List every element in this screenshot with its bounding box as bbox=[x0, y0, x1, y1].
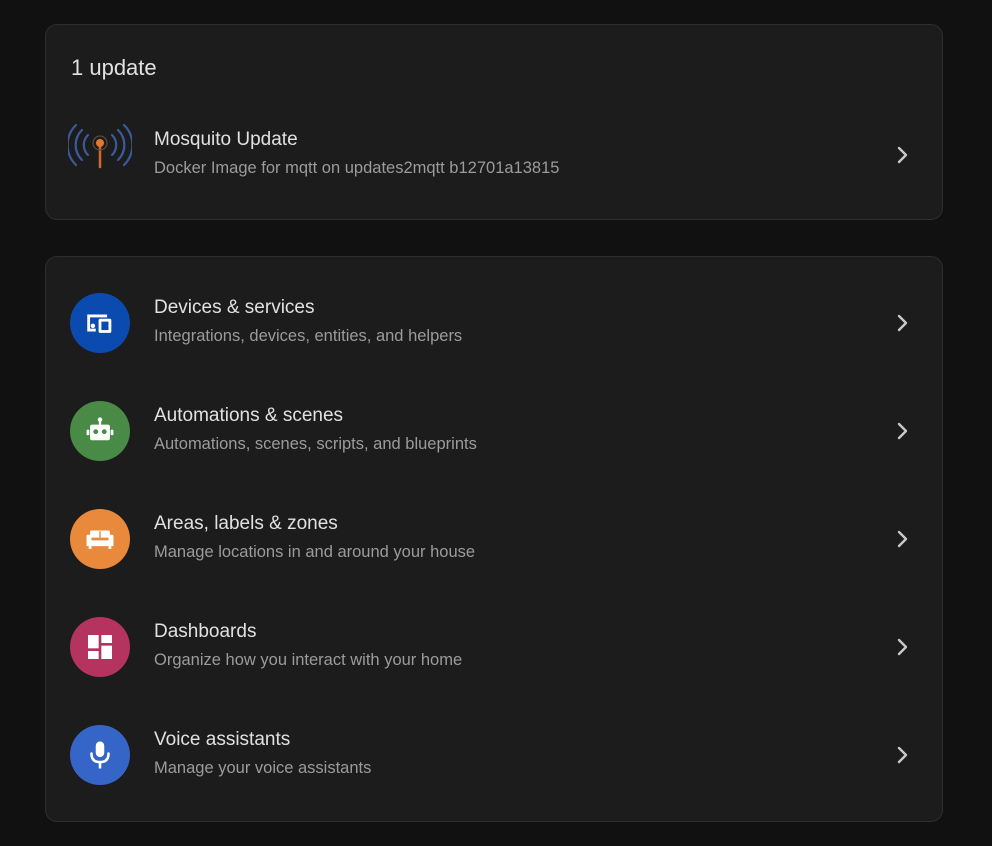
chevron-right-icon bbox=[897, 314, 908, 332]
menu-item-title: Dashboards bbox=[154, 621, 257, 642]
chevron-right-icon bbox=[897, 422, 908, 440]
updates-card: 1 update Mosquito Update Docker Image fo… bbox=[45, 24, 943, 220]
menu-item-title: Devices & services bbox=[154, 297, 315, 318]
menu-item-title: Automations & scenes bbox=[154, 405, 344, 426]
menu-item-title: Voice assistants bbox=[154, 729, 291, 750]
chevron-right-icon bbox=[897, 146, 908, 164]
menu-item-subtitle: Manage your voice assistants bbox=[154, 759, 372, 777]
devices-icon bbox=[70, 293, 130, 353]
microphone-icon bbox=[70, 725, 130, 785]
settings-menu-card: Devices & services Integrations, devices… bbox=[45, 256, 943, 822]
update-subtitle: Docker Image for mqtt on updates2mqtt b1… bbox=[154, 159, 560, 177]
updates-header: 1 update bbox=[71, 55, 157, 80]
chevron-right-icon bbox=[897, 638, 908, 656]
dashboard-icon bbox=[70, 617, 130, 677]
menu-item-devices-services[interactable]: Devices & services Integrations, devices… bbox=[46, 269, 942, 377]
chevron-right-icon bbox=[897, 530, 908, 548]
chevron-right-icon bbox=[897, 746, 908, 764]
menu-item-automations-scenes[interactable]: Automations & scenes Automations, scenes… bbox=[46, 377, 942, 485]
menu-item-dashboards[interactable]: Dashboards Organize how you interact wit… bbox=[46, 593, 942, 701]
update-item-mosquito[interactable]: Mosquito Update Docker Image for mqtt on… bbox=[46, 109, 942, 217]
update-title: Mosquito Update bbox=[154, 129, 298, 150]
antenna-signal-icon bbox=[68, 123, 132, 173]
robot-icon bbox=[70, 401, 130, 461]
menu-item-voice-assistants[interactable]: Voice assistants Manage your voice assis… bbox=[46, 701, 942, 809]
menu-item-subtitle: Manage locations in and around your hous… bbox=[154, 543, 476, 561]
menu-item-subtitle: Integrations, devices, entities, and hel… bbox=[154, 327, 463, 345]
sofa-icon bbox=[70, 509, 130, 569]
menu-item-areas-labels-zones[interactable]: Areas, labels & zones Manage locations i… bbox=[46, 485, 942, 593]
menu-item-title: Areas, labels & zones bbox=[154, 513, 338, 534]
menu-item-subtitle: Organize how you interact with your home bbox=[154, 651, 463, 669]
menu-item-subtitle: Automations, scenes, scripts, and bluepr… bbox=[154, 435, 477, 453]
